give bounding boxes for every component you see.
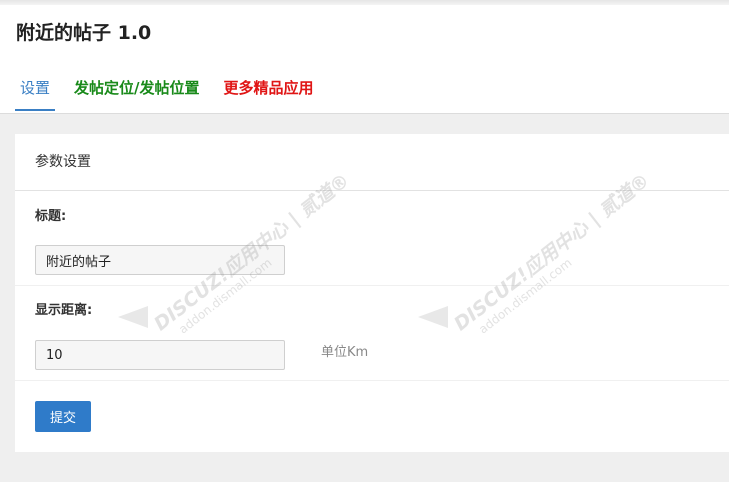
row-divider xyxy=(15,285,729,286)
tab-bar: 设置 发帖定位/发帖位置 更多精品应用 xyxy=(15,73,333,113)
distance-field-label: 显示距离: xyxy=(35,303,93,318)
title-field-label: 标题: xyxy=(35,209,67,224)
tab-more-apps[interactable]: 更多精品应用 xyxy=(219,73,319,111)
header: 附近的帖子 1.0 设置 发帖定位/发帖位置 更多精品应用 xyxy=(0,5,729,114)
settings-panel: 参数设置 标题: 显示距离: 单位Km 提交 xyxy=(15,134,729,452)
panel-header: 参数设置 xyxy=(15,134,729,191)
panel-title: 参数设置 xyxy=(35,154,91,170)
submit-button[interactable]: 提交 xyxy=(35,401,91,432)
page: 附近的帖子 1.0 设置 发帖定位/发帖位置 更多精品应用 参数设置 标题: 显… xyxy=(0,0,729,482)
distance-unit: 单位Km xyxy=(321,345,369,360)
tab-settings[interactable]: 设置 xyxy=(15,73,56,111)
distance-field[interactable] xyxy=(35,340,285,370)
title-field[interactable] xyxy=(35,245,285,275)
row-divider xyxy=(15,380,729,381)
page-title: 附近的帖子 1.0 xyxy=(16,22,152,44)
tab-post-location[interactable]: 发帖定位/发帖位置 xyxy=(69,73,204,111)
